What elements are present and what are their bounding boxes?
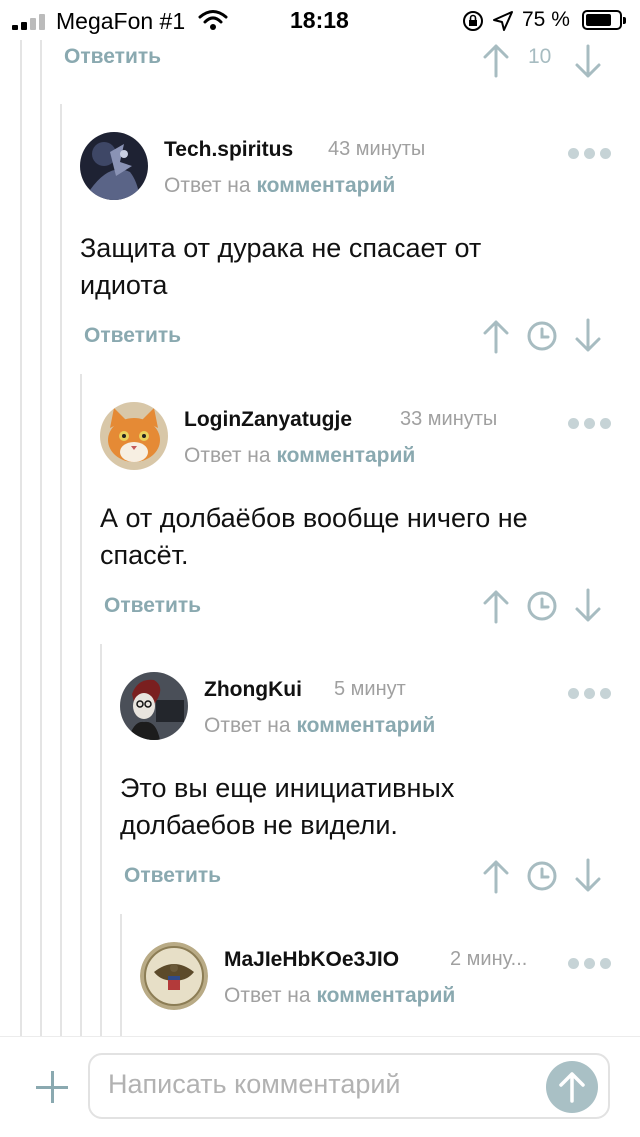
- downvote-icon[interactable]: [574, 858, 602, 894]
- clock-icon[interactable]: [526, 590, 558, 622]
- upvote-icon[interactable]: [482, 42, 510, 78]
- reply-button[interactable]: Ответить: [84, 324, 181, 348]
- more-options-icon[interactable]: [568, 418, 612, 430]
- more-options-icon[interactable]: [568, 958, 612, 970]
- reply-button[interactable]: Ответить: [124, 864, 221, 888]
- clock-icon[interactable]: [526, 860, 558, 892]
- clock: 18:18: [290, 7, 349, 33]
- reply-to-link[interactable]: комментарий: [316, 984, 455, 1007]
- avatar[interactable]: [120, 672, 188, 740]
- reply-to-link[interactable]: комментарий: [256, 174, 395, 197]
- comment-actions: Ответить 10: [64, 40, 610, 100]
- reply-to-line: Ответ на комментарий: [204, 714, 436, 737]
- battery-icon: [582, 10, 626, 30]
- comment: LoginZanyatugje 33 минуты Ответ на комме…: [100, 402, 620, 582]
- comments-thread[interactable]: Ответить 10 Tech.spiritus 43 минуты Отве…: [0, 40, 640, 1036]
- arrow-up-icon: [559, 1072, 585, 1103]
- upvote-icon[interactable]: [482, 588, 510, 624]
- signal-icon: [12, 14, 52, 30]
- downvote-icon[interactable]: [574, 44, 602, 80]
- reply-to-line: Ответ на комментарий: [224, 984, 456, 1007]
- reply-to-link[interactable]: комментарий: [296, 714, 435, 737]
- comment-text: А от долбаёбов вообще ничего не спасёт.: [100, 503, 528, 570]
- comment-actions: Ответить: [84, 310, 604, 370]
- upvote-icon[interactable]: [482, 318, 510, 354]
- reply-to-link[interactable]: комментарий: [276, 444, 415, 467]
- thread-line: [20, 40, 22, 1036]
- clock-icon[interactable]: [526, 320, 558, 352]
- carrier-name: MegaFon #1: [56, 8, 186, 34]
- comment-input-placeholder: Написать комментарий: [108, 1069, 401, 1099]
- username[interactable]: Tech.spiritus: [164, 138, 293, 162]
- timestamp: 2 мину...: [450, 948, 528, 970]
- comment: Tech.spiritus 43 минуты Ответ на коммент…: [80, 132, 620, 312]
- username[interactable]: MaJIeHbKOe3JIO: [224, 948, 399, 972]
- avatar[interactable]: [80, 132, 148, 200]
- comment: MaJIeHbKOe3JIO 2 мину... Ответ на коммен…: [140, 942, 620, 1036]
- username[interactable]: ZhongKui: [204, 678, 302, 702]
- wifi-icon: [198, 10, 228, 30]
- status-bar: MegaFon #1 18:18 75 %: [0, 0, 640, 40]
- avatar[interactable]: [100, 402, 168, 470]
- username[interactable]: LoginZanyatugje: [184, 408, 352, 432]
- comment-actions: Ответить: [124, 850, 604, 910]
- comment-text: Это вы еще инициативных долбаебов не вид…: [120, 773, 455, 840]
- downvote-icon[interactable]: [574, 588, 602, 624]
- thread-line: [80, 374, 82, 1036]
- comment-actions: Ответить: [104, 580, 604, 640]
- upvote-icon[interactable]: [482, 858, 510, 894]
- battery-percent: 75 %: [522, 8, 570, 31]
- thread-line: [40, 40, 42, 1036]
- thread-line: [100, 644, 102, 1036]
- timestamp: 33 минуты: [400, 408, 498, 430]
- downvote-icon[interactable]: [574, 318, 602, 354]
- thread-line: [60, 104, 62, 1036]
- avatar[interactable]: [140, 942, 208, 1010]
- comment-input[interactable]: Написать комментарий: [88, 1053, 610, 1119]
- timestamp: 5 минут: [334, 678, 406, 700]
- more-options-icon[interactable]: [568, 688, 612, 700]
- thread-line: [120, 914, 122, 1036]
- location-icon: [493, 11, 513, 31]
- comment-composer: Написать комментарий: [0, 1036, 640, 1137]
- plus-icon[interactable]: [34, 1069, 70, 1105]
- rotation-lock-icon: [463, 11, 483, 31]
- rating-count: 10: [528, 45, 552, 68]
- reply-to-line: Ответ на комментарий: [184, 444, 416, 467]
- comment: ZhongKui 5 минут Ответ на комментарий Эт…: [120, 672, 620, 852]
- reply-to-line: Ответ на комментарий: [164, 174, 396, 197]
- more-options-icon[interactable]: [568, 148, 612, 160]
- reply-button[interactable]: Ответить: [64, 45, 161, 69]
- send-button[interactable]: [546, 1061, 598, 1113]
- timestamp: 43 минуты: [328, 138, 426, 160]
- reply-button[interactable]: Ответить: [104, 594, 201, 618]
- comment-text: Защита от дурака не спасает от идиота: [80, 233, 482, 300]
